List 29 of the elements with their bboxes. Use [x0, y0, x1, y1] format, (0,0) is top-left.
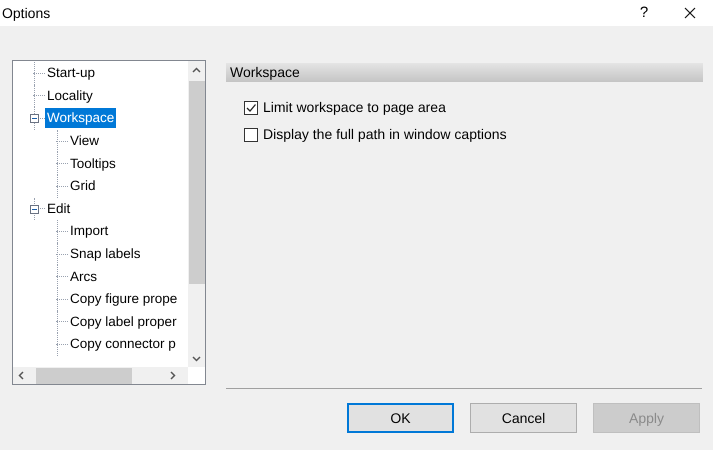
window-title: Options: [2, 4, 50, 23]
checkbox-label: Limit workspace to page area: [263, 98, 446, 117]
tree-item[interactable]: Locality: [45, 86, 95, 106]
section-header: Workspace: [226, 63, 703, 82]
tree-item[interactable]: Start-up: [45, 63, 98, 84]
dialog-button[interactable]: Cancel: [470, 403, 577, 433]
collapse-icon[interactable]: [30, 204, 39, 214]
help-button[interactable]: ?: [621, 0, 667, 26]
checkbox[interactable]: [244, 128, 258, 142]
dialog-button[interactable]: OK: [347, 403, 454, 433]
tree-item[interactable]: Import: [68, 221, 110, 242]
tree-item[interactable]: Snap labels: [68, 244, 143, 264]
close-icon: [684, 7, 696, 19]
tree-item[interactable]: Tooltips: [68, 154, 118, 174]
tree-item[interactable]: Workspace: [45, 108, 116, 128]
scrollbar-thumb[interactable]: [36, 368, 132, 384]
tree-item[interactable]: Copy label proper: [68, 312, 179, 332]
checkbox[interactable]: [244, 100, 258, 114]
tree-item[interactable]: Edit: [45, 198, 72, 219]
tree-item[interactable]: Grid: [68, 176, 98, 196]
checkbox-label: Display the full path in window captions: [263, 125, 507, 144]
scrollbar-thumb[interactable]: [188, 81, 204, 284]
collapse-icon[interactable]: [30, 114, 39, 124]
horizontal-scrollbar[interactable]: [13, 367, 188, 384]
tree-item[interactable]: Copy connector p: [68, 334, 178, 354]
tree-item[interactable]: Copy figure prope: [68, 289, 180, 310]
tree-item[interactable]: Arcs: [68, 266, 99, 287]
vertical-scrollbar[interactable]: [188, 61, 205, 367]
tree-item[interactable]: View: [68, 131, 102, 152]
